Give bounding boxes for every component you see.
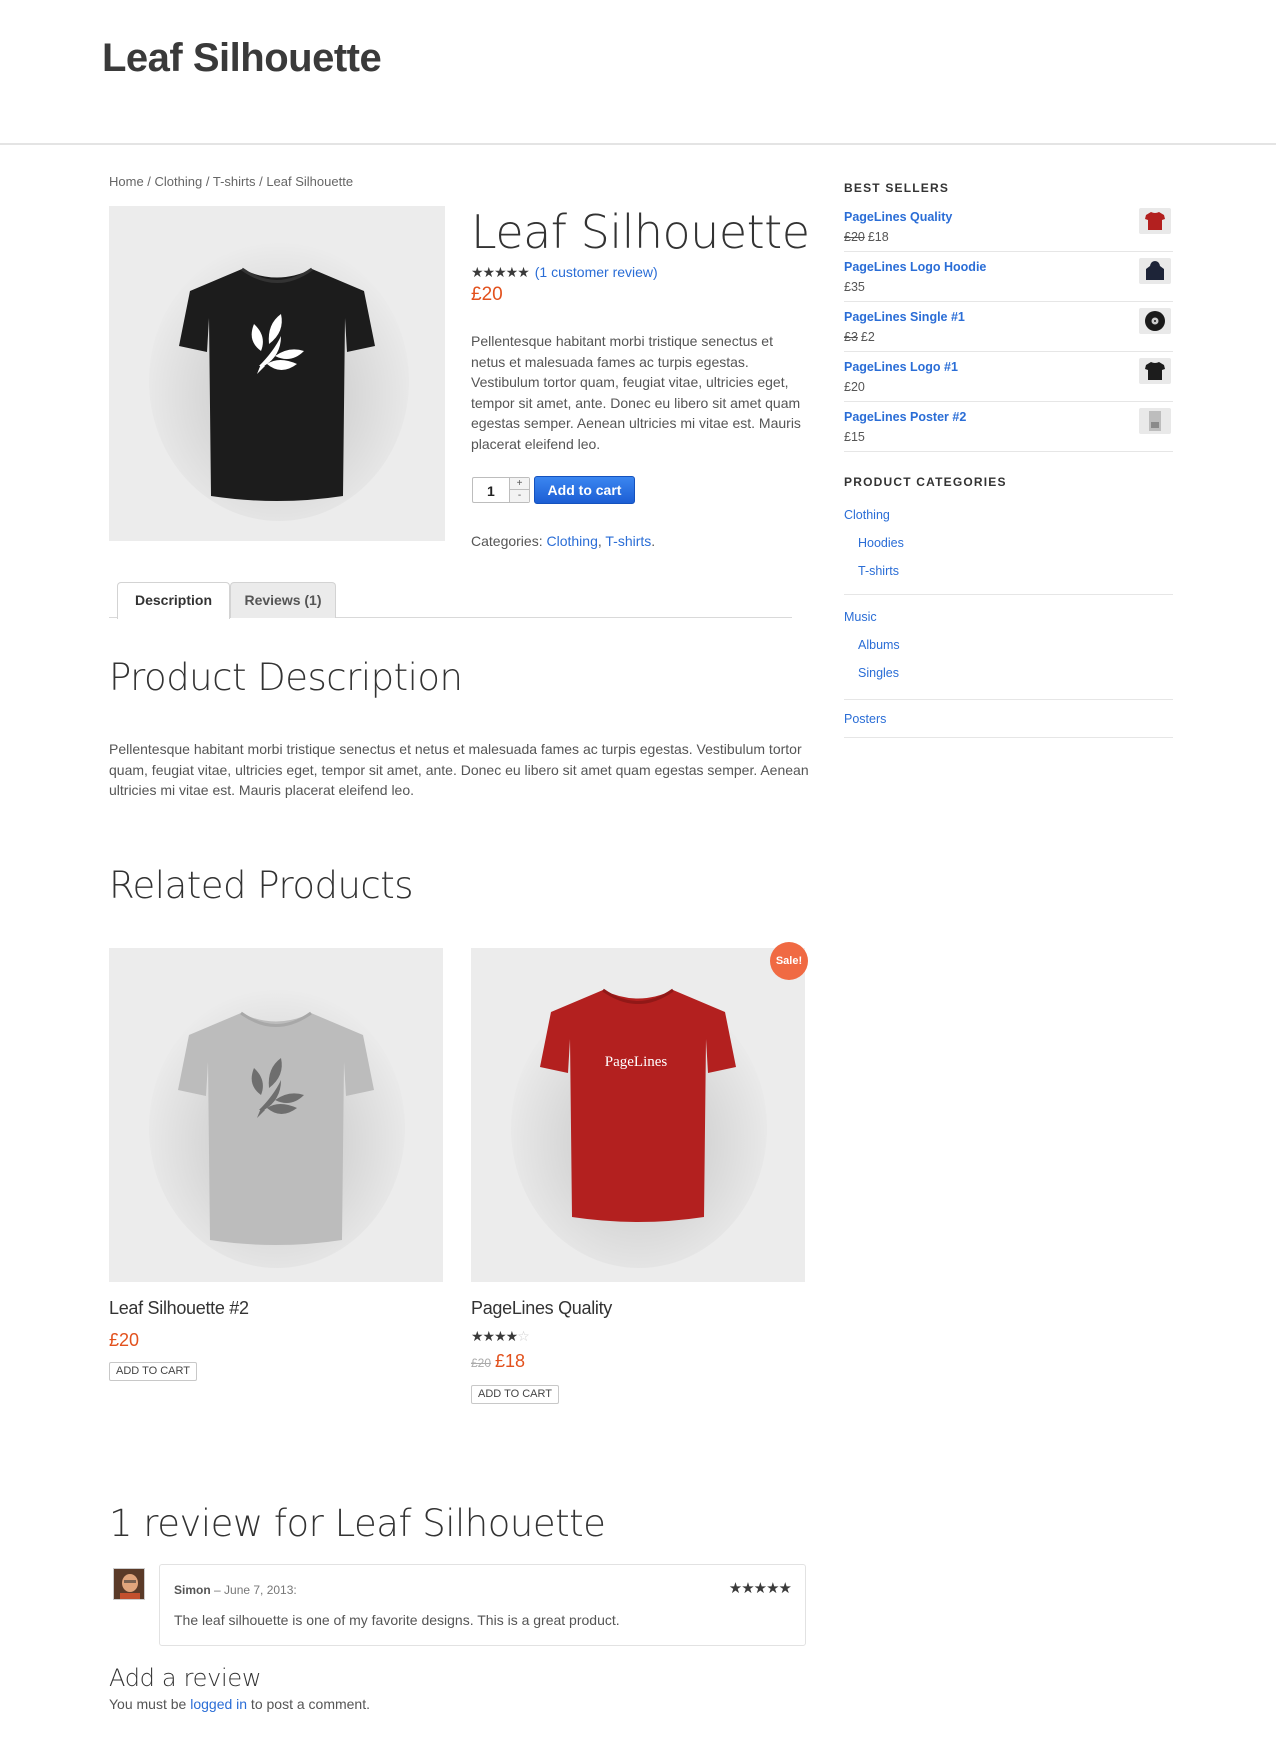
grey-tshirt-image — [149, 988, 405, 1268]
description-heading: Product Description — [109, 656, 463, 699]
related-add-to-cart-button[interactable]: ADD TO CART — [109, 1362, 197, 1381]
quantity-stepper[interactable]: 1 + - — [472, 477, 530, 503]
quantity-input[interactable]: 1 — [487, 483, 495, 499]
star-rating-icon: ★★★★☆ — [471, 1328, 530, 1344]
category-link-clothing[interactable]: Clothing — [546, 533, 597, 549]
logged-in-link[interactable]: logged in — [190, 1696, 247, 1712]
best-seller-item: PageLines Quality £20 £18 — [844, 202, 1173, 252]
breadcrumb-separator: / — [255, 174, 267, 189]
product-title: Leaf Silhouette — [471, 205, 810, 259]
best-seller-price: £35 — [844, 280, 865, 294]
plus-icon[interactable]: + — [509, 478, 529, 490]
best-seller-item: PageLines Logo #1 £20 — [844, 352, 1173, 402]
best-seller-name[interactable]: PageLines Single #1 — [844, 310, 965, 324]
best-seller-item: PageLines Single #1 £3 £2 — [844, 302, 1173, 352]
review-date: – June 7, 2013: — [210, 1583, 297, 1597]
best-seller-price: £20 £18 — [844, 230, 889, 244]
tab-reviews[interactable]: Reviews (1) — [230, 582, 336, 618]
related-product-name[interactable]: Leaf Silhouette #2 — [109, 1298, 249, 1319]
product-rating: ★★★★★ (1 customer review) — [471, 263, 658, 281]
categories-label: Categories: — [471, 533, 543, 549]
add-review-heading: Add a review — [109, 1664, 262, 1692]
tshirt-thumbnail-icon[interactable] — [1139, 358, 1171, 384]
category-divider — [844, 594, 1173, 595]
related-product-price: £20 — [109, 1330, 140, 1350]
related-product-image[interactable] — [109, 948, 443, 1282]
login-note: You must be logged in to post a comment. — [109, 1696, 370, 1712]
related-product-price: £20 £18 — [471, 1351, 525, 1372]
description-text: Pellentesque habitant morbi tristique se… — [109, 741, 809, 798]
sale-price: £18 — [495, 1351, 526, 1371]
black-tshirt-image — [149, 241, 409, 521]
breadcrumb-tshirts[interactable]: T-shirts — [213, 174, 256, 189]
category-posters[interactable]: Posters — [844, 712, 886, 726]
product-categories-title: PRODUCT CATEGORIES — [844, 475, 1007, 489]
category-singles[interactable]: Singles — [858, 666, 899, 680]
best-seller-price: £3 £2 — [844, 330, 875, 344]
related-add-to-cart-button[interactable]: ADD TO CART — [471, 1385, 559, 1404]
category-divider — [844, 699, 1173, 700]
tshirt-thumbnail-icon[interactable] — [1139, 208, 1171, 234]
best-seller-name[interactable]: PageLines Quality — [844, 210, 952, 224]
best-seller-price: £15 — [844, 430, 865, 444]
best-seller-item: PageLines Logo Hoodie £35 — [844, 252, 1173, 302]
related-product-name[interactable]: PageLines Quality — [471, 1298, 612, 1319]
add-to-cart-button[interactable]: Add to cart — [534, 476, 635, 504]
product-price: £20 — [471, 284, 503, 305]
category-tshirts[interactable]: T-shirts — [858, 564, 899, 578]
best-sellers-title: BEST SELLERS — [844, 181, 950, 195]
review-meta: Simon – June 7, 2013: — [174, 1583, 297, 1597]
minus-icon[interactable]: - — [509, 490, 529, 502]
related-heading: Related Products — [109, 864, 414, 907]
customer-review-link[interactable]: (1 customer review) — [535, 264, 658, 280]
review-author: Simon — [174, 1583, 211, 1597]
best-seller-name[interactable]: PageLines Logo Hoodie — [844, 260, 986, 274]
breadcrumb-home[interactable]: Home — [109, 174, 144, 189]
review-comment: Simon – June 7, 2013: ★★★★★ The leaf sil… — [159, 1564, 806, 1646]
breadcrumb-separator: / — [143, 174, 155, 189]
category-divider — [844, 737, 1173, 738]
product-categories: Categories: Clothing, T-shirts. — [471, 533, 656, 549]
breadcrumb-separator: / — [202, 174, 213, 189]
product-image[interactable] — [109, 206, 445, 541]
shirt-logo-text: PageLines — [605, 1054, 668, 1070]
star-rating-icon: ★★★★★ — [471, 263, 530, 280]
best-seller-price: £20 — [844, 380, 865, 394]
best-seller-name[interactable]: PageLines Poster #2 — [844, 410, 966, 424]
review-text: The leaf silhouette is one of my favorit… — [174, 1612, 620, 1628]
best-seller-item: PageLines Poster #2 £15 — [844, 402, 1173, 452]
avatar — [113, 1568, 145, 1600]
old-price: £20 — [471, 1356, 492, 1370]
related-product-image[interactable]: PageLines — [471, 948, 805, 1282]
star-rating-icon: ★★★★★ — [728, 1580, 792, 1597]
red-tshirt-image: PageLines — [511, 988, 767, 1268]
hoodie-thumbnail-icon[interactable] — [1139, 258, 1171, 284]
category-music[interactable]: Music — [844, 610, 877, 624]
category-albums[interactable]: Albums — [858, 638, 900, 652]
site-title[interactable]: Leaf Silhouette — [102, 36, 382, 81]
category-link-tshirts[interactable]: T-shirts — [605, 533, 651, 549]
avatar-image — [114, 1569, 144, 1599]
breadcrumb: Home / Clothing / T-shirts / Leaf Silhou… — [109, 174, 353, 189]
breadcrumb-clothing[interactable]: Clothing — [155, 174, 203, 189]
product-short-description: Pellentesque habitant morbi tristique se… — [471, 333, 801, 452]
category-clothing[interactable]: Clothing — [844, 508, 890, 522]
tab-description[interactable]: Description — [117, 582, 230, 619]
vinyl-record-thumbnail-icon[interactable] — [1139, 308, 1171, 334]
sale-badge: Sale! — [770, 942, 808, 980]
category-hoodies[interactable]: Hoodies — [858, 536, 904, 550]
reviews-heading: 1 review for Leaf Silhouette — [109, 1502, 606, 1545]
site-header: Leaf Silhouette — [0, 0, 1276, 145]
breadcrumb-current: Leaf Silhouette — [266, 174, 354, 189]
poster-thumbnail-icon[interactable] — [1139, 408, 1171, 434]
best-seller-name[interactable]: PageLines Logo #1 — [844, 360, 958, 374]
